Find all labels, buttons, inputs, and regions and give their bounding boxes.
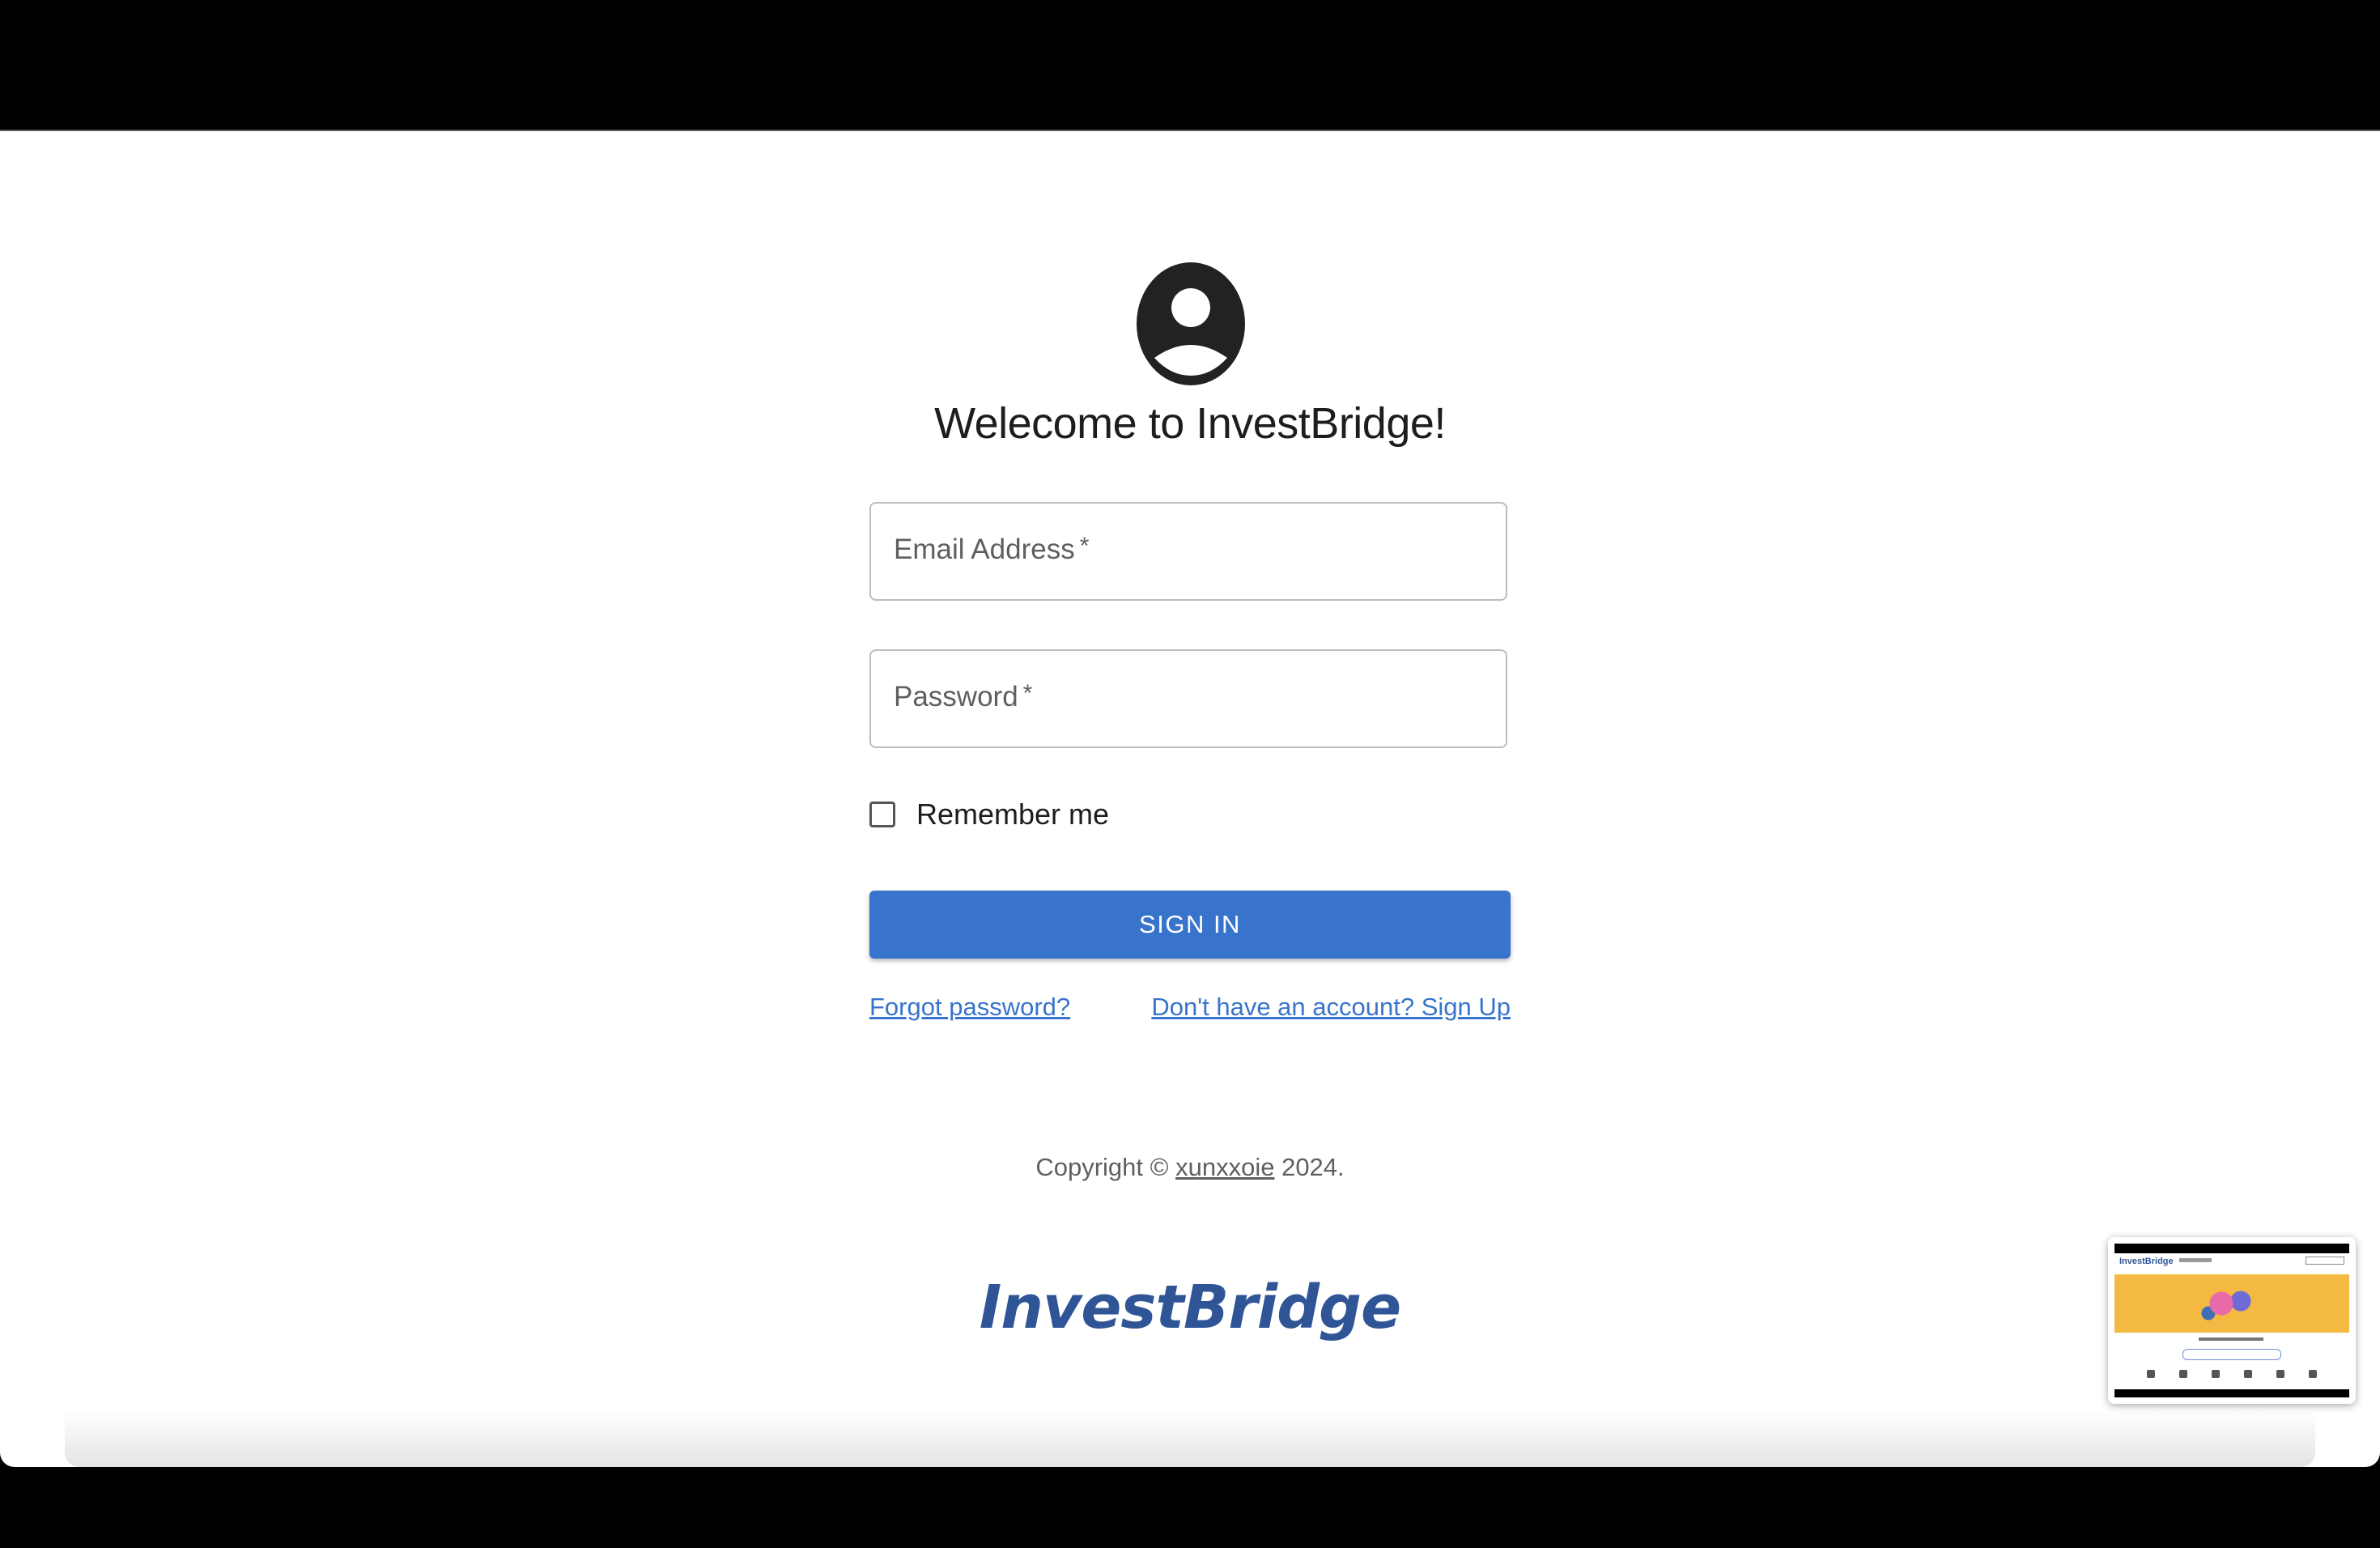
thumbnail-icon [2276,1370,2284,1378]
auth-links: Forgot password? Don't have an account? … [869,993,1511,1022]
account-circle-icon [1137,262,1245,385]
brand-logo: InvestBridge [979,1273,1401,1342]
forgot-password-link[interactable]: Forgot password? [869,993,1070,1022]
thumbnail-search [2182,1349,2281,1360]
thumbnail-icon [2179,1370,2187,1378]
copyright-prefix: Copyright © [1035,1153,1169,1181]
screen: Welecome to InvestBridge! Email Address *… [0,0,2380,1548]
thumbnail-icons [2147,1370,2317,1378]
sign-up-link[interactable]: Don't have an account? Sign Up [1151,993,1511,1022]
password-input[interactable] [892,667,1485,730]
email-field[interactable]: Email Address * [869,502,1507,601]
thumbnail-caption [2199,1337,2263,1341]
remember-me[interactable]: Remember me [869,790,1109,839]
remember-label: Remember me [916,797,1110,831]
thumbnail-nav [2179,1258,2212,1262]
password-field[interactable]: Password * [869,649,1507,748]
page-preview-thumbnail[interactable]: InvestBridge [2108,1237,2356,1404]
thumbnail-icon [2147,1370,2155,1378]
thumbnail-icon [2309,1370,2317,1378]
thumbnail-illustration [2195,1279,2260,1328]
copyright-author-link[interactable]: xunxxoie [1175,1153,1274,1181]
copyright-year: 2024. [1281,1153,1345,1181]
login-page: Welecome to InvestBridge! Email Address *… [0,130,2380,1467]
sign-in-button[interactable]: SIGN IN [869,891,1511,959]
thumbnail-logo: InvestBridge [2119,1257,2174,1266]
thumbnail-icon [2244,1370,2252,1378]
thumbnail-icon [2212,1370,2220,1378]
thumbnail-frame: InvestBridge [2114,1244,2349,1397]
remember-checkbox[interactable] [869,802,895,827]
copyright: Copyright © xunxxoie 2024. [869,1153,1511,1182]
email-input[interactable] [892,520,1485,583]
thumbnail-buttons [2306,1257,2344,1265]
page-title: Welecome to InvestBridge! [934,399,1446,448]
